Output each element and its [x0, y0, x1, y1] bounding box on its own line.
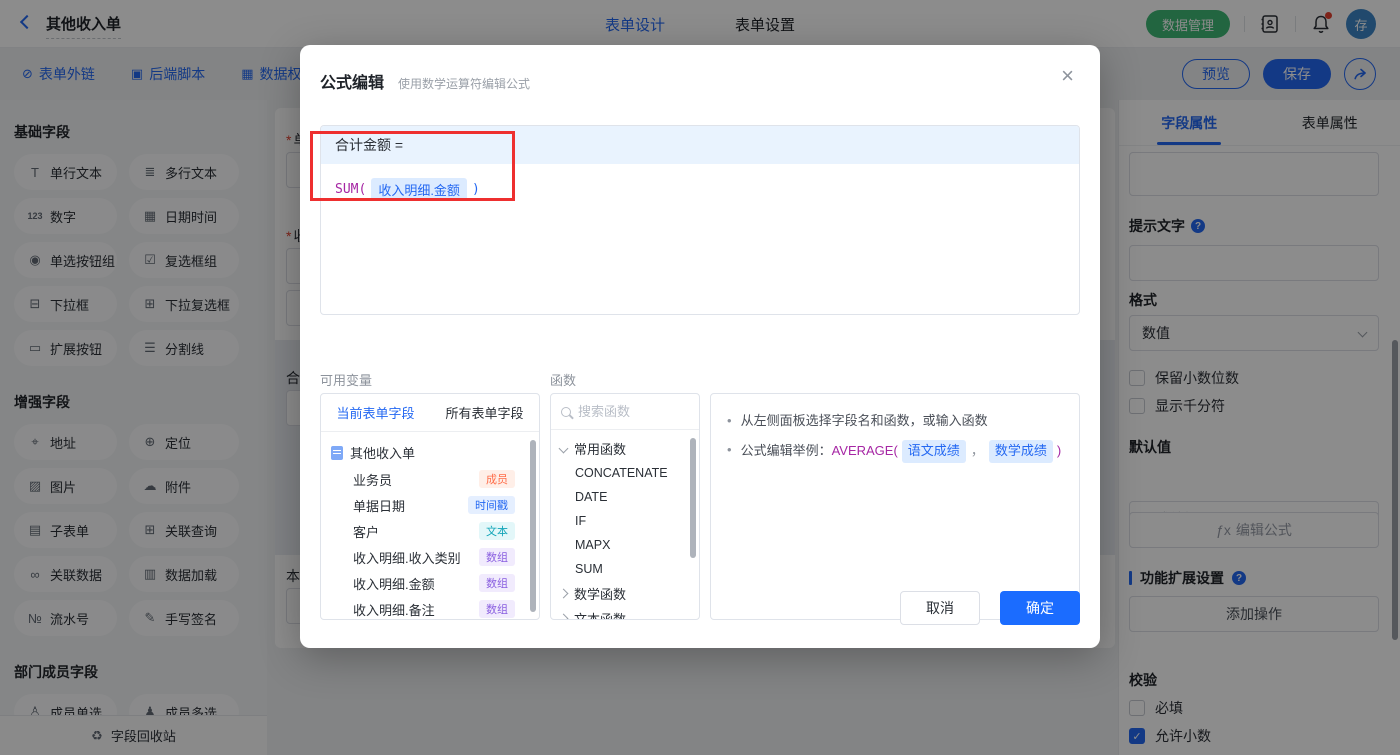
confirm-button[interactable]: 确定: [1000, 591, 1080, 625]
modal-subtitle: 使用数学运算符编辑公式: [398, 77, 531, 91]
variables-scrollbar-thumb[interactable]: [530, 440, 536, 612]
function-group-text[interactable]: 文本函数: [551, 606, 699, 619]
tab-current-form-fields[interactable]: 当前表单字段: [321, 394, 430, 431]
modal-title: 公式编辑: [320, 75, 385, 92]
help-tip-2: • 公式编辑举例： AVERAGE( 语文成绩 ， 数学成绩 ): [727, 439, 1063, 463]
search-input[interactable]: [578, 404, 668, 419]
bullet-icon: •: [727, 441, 732, 457]
help-tip-1: • 从左侧面板选择字段名和函数，或输入函数: [727, 411, 1063, 432]
type-badge-timestamp: 时间戳: [468, 496, 515, 514]
example-field-chip: 数学成绩: [988, 439, 1053, 463]
variable-row-customer[interactable]: 客户 文本: [321, 518, 539, 544]
function-item-concatenate[interactable]: CONCATENATE: [551, 461, 699, 485]
function-item-mapx[interactable]: MAPX: [551, 533, 699, 557]
type-badge-member: 成员: [479, 470, 515, 488]
variable-row-income-type[interactable]: 收入明细.收入类别 数组: [321, 544, 539, 570]
function-item-date[interactable]: DATE: [551, 485, 699, 509]
function-group-math[interactable]: 数学函数: [551, 581, 699, 606]
tree-root-node[interactable]: 其他收入单: [321, 439, 539, 466]
cancel-button[interactable]: 取消: [900, 591, 980, 625]
function-item-if[interactable]: IF: [551, 509, 699, 533]
variable-row-salesman[interactable]: 业务员 成员: [321, 466, 539, 492]
formula-function-token: SUM(: [335, 182, 367, 197]
formula-close-paren: ): [471, 182, 480, 197]
function-item-sum[interactable]: SUM: [551, 557, 699, 581]
chevron-down-icon: [558, 443, 569, 454]
example-field-chip: 语文成绩: [901, 439, 966, 463]
search-icon: [561, 406, 571, 417]
type-badge-array: 数组: [479, 600, 515, 618]
variable-row-income-amount[interactable]: 收入明细.金额 数组: [321, 570, 539, 596]
example-close-paren: ): [1056, 442, 1062, 458]
variable-row-doc-date[interactable]: 单据日期 时间戳: [321, 492, 539, 518]
type-badge-array: 数组: [479, 574, 515, 592]
functions-panel: 常用函数 CONCATENATE DATE IF MAPX SUM 数学函数 文…: [550, 393, 700, 620]
functions-section-label: 函数: [550, 373, 577, 388]
variables-section-label: 可用变量: [320, 373, 373, 388]
variable-row-income-note[interactable]: 收入明细.备注 数组: [321, 596, 539, 619]
bullet-icon: •: [727, 413, 732, 428]
variables-tabs: 当前表单字段 所有表单字段: [321, 394, 539, 432]
type-badge-text: 文本: [479, 522, 515, 540]
functions-tree: 常用函数 CONCATENATE DATE IF MAPX SUM 数学函数 文…: [551, 430, 699, 619]
formula-edit-modal: 公式编辑 使用数学运算符编辑公式 × 合计金额 = SUM( 收入明细.金额 )…: [300, 45, 1100, 648]
close-icon[interactable]: ×: [1061, 65, 1074, 87]
chevron-right-icon: [558, 588, 569, 599]
function-search-box[interactable]: [551, 394, 699, 430]
tab-all-form-fields[interactable]: 所有表单字段: [430, 394, 539, 431]
formula-expression[interactable]: SUM( 收入明细.金额 ): [321, 164, 1079, 215]
example-function-token: AVERAGE(: [831, 442, 898, 458]
formula-editor[interactable]: 合计金额 = SUM( 收入明细.金额 ): [320, 125, 1080, 315]
type-badge-array: 数组: [479, 548, 515, 566]
formula-help-panel: • 从左侧面板选择字段名和函数，或输入函数 • 公式编辑举例： AVERAGE(…: [710, 393, 1080, 620]
variables-panel: 当前表单字段 所有表单字段 其他收入单 业务员 成员 单据日期 时间戳 客户 文…: [320, 393, 540, 620]
function-group-common[interactable]: 常用函数: [551, 436, 699, 461]
chevron-right-icon: [558, 613, 569, 619]
variables-tree: 其他收入单 业务员 成员 单据日期 时间戳 客户 文本 收入明细.收入类别 数组…: [321, 432, 539, 619]
formula-field-chip[interactable]: 收入明细.金额: [371, 178, 467, 201]
functions-scrollbar-thumb[interactable]: [690, 438, 696, 558]
formula-target-line: 合计金额 =: [321, 126, 1079, 164]
document-icon: [331, 445, 343, 460]
